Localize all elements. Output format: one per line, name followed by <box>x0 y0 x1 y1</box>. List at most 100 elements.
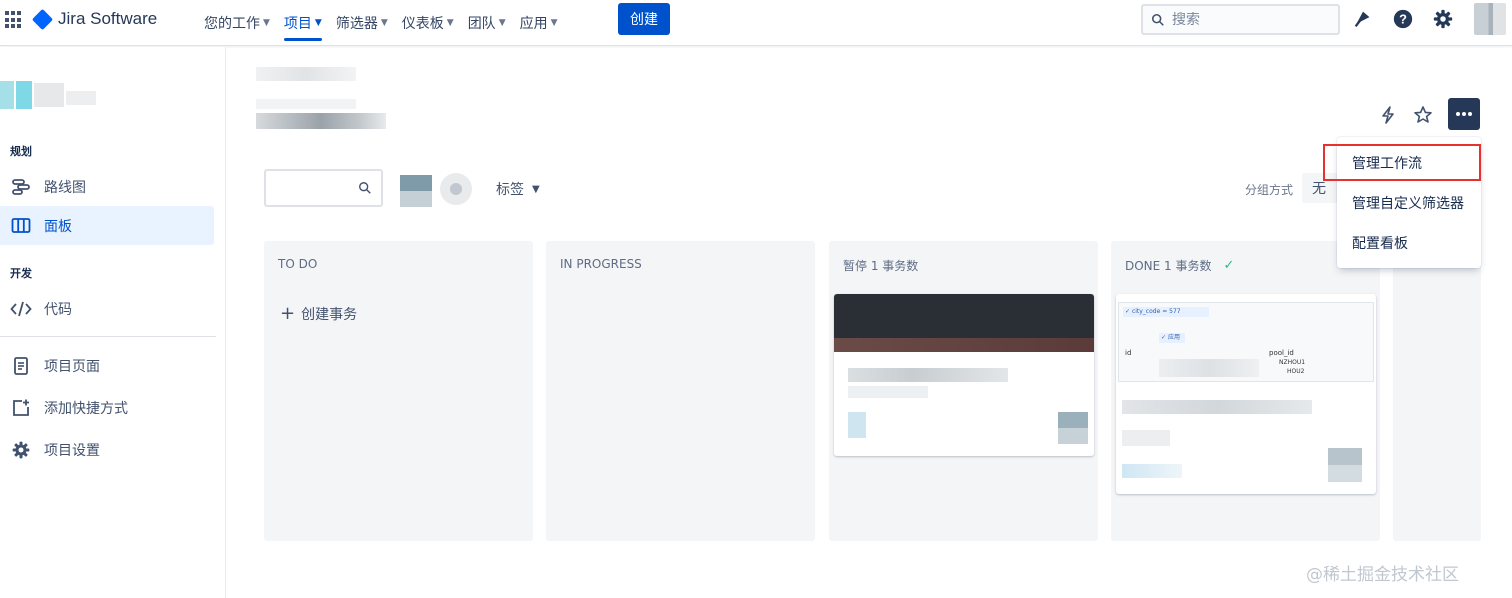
sidebar-item-roadmap[interactable]: 路线图 <box>0 167 214 206</box>
sidebar-item-project-settings[interactable]: 项目设置 <box>0 430 214 469</box>
sidebar-item-label: 项目页面 <box>44 358 100 375</box>
column-title: 暂停 1 事务数 <box>843 259 919 273</box>
nav-dashboards[interactable]: 仪表板 ▼ <box>396 0 460 46</box>
menu-item-configure-board[interactable]: 配置看板 <box>1337 225 1481 261</box>
card-image-band <box>834 338 1094 352</box>
nav-projects[interactable]: 项目 ▼ <box>278 0 328 46</box>
board-search-input[interactable] <box>264 169 383 207</box>
issue-type-icon-blurred <box>1122 464 1182 478</box>
create-button[interactable]: 创建 <box>618 3 670 35</box>
issue-card[interactable]: ✓ city_code = 577 ✓ 应用 id pool_id NZHOU1… <box>1116 294 1376 494</box>
screenshot-text: 应用 <box>1167 334 1180 341</box>
nav-teams[interactable]: 团队 ▼ <box>462 0 512 46</box>
card-subtitle-blurred <box>848 386 928 398</box>
board-icon <box>10 215 32 237</box>
jira-logo[interactable]: Jira Software <box>31 8 158 30</box>
plus-icon: + <box>280 303 296 324</box>
page-icon <box>10 355 32 377</box>
sidebar-item-label: 面板 <box>44 218 72 235</box>
column-header: TO DO <box>278 257 317 271</box>
board-main: 标签 ▼ 分组方式 无 TO DO + 创建事务 IN PROGRESS 暂停 … <box>226 47 1512 598</box>
settings-icon[interactable] <box>1432 8 1454 30</box>
automation-icon[interactable] <box>1374 101 1402 129</box>
column-title: IN PROGRESS <box>560 257 642 271</box>
screenshot-text: id <box>1125 349 1132 357</box>
column-paused: 暂停 1 事务数 <box>829 241 1098 541</box>
sidebar-item-label: 添加快捷方式 <box>44 400 128 417</box>
menu-item-manage-custom-filters[interactable]: 管理自定义筛选器 <box>1337 185 1481 221</box>
sidebar-divider <box>0 336 216 337</box>
card-assignee-avatar <box>1328 448 1362 482</box>
column-todo: TO DO + 创建事务 <box>264 241 533 541</box>
nav-label: 项目 <box>283 16 312 32</box>
sidebar-item-label: 路线图 <box>44 179 86 196</box>
column-partial <box>1393 241 1481 541</box>
card-screenshot: ✓ city_code = 577 ✓ 应用 id pool_id NZHOU1… <box>1118 302 1374 382</box>
global-search[interactable] <box>1141 4 1340 35</box>
help-icon[interactable]: ? <box>1392 8 1414 30</box>
project-avatar-blurred[interactable] <box>0 79 96 111</box>
app-switcher-icon[interactable] <box>5 11 23 29</box>
main-nav: 您的工作 ▼ 项目 ▼ 筛选器 ▼ 仪表板 ▼ 团队 ▼ 应用 ▼ <box>198 0 566 46</box>
sidebar-item-code[interactable]: 代码 <box>0 289 214 328</box>
screenshot-text: HOU2 <box>1287 368 1305 375</box>
search-icon <box>1151 13 1164 26</box>
nav-your-work[interactable]: 您的工作 ▼ <box>198 0 276 46</box>
screenshot-text: NZHOU1 <box>1279 359 1306 366</box>
sidebar-item-project-pages[interactable]: 项目页面 <box>0 346 214 385</box>
menu-item-manage-workflow[interactable]: 管理工作流 <box>1337 145 1481 181</box>
add-people-icon[interactable] <box>440 173 472 205</box>
sidebar-item-label: 代码 <box>44 301 72 318</box>
chevron-down-icon: ▼ <box>550 18 558 28</box>
chevron-down-icon: ▼ <box>446 18 454 28</box>
nav-label: 仪表板 <box>401 16 444 32</box>
add-shortcut-icon <box>10 397 32 419</box>
nav-filters[interactable]: 筛选器 ▼ <box>330 0 394 46</box>
column-header: IN PROGRESS <box>560 257 642 271</box>
label-filter-text: 标签 <box>496 182 524 198</box>
chevron-down-icon: ▼ <box>314 18 322 28</box>
label-filter-dropdown[interactable]: 标签 ▼ <box>496 179 540 199</box>
assignee-avatar-filter[interactable] <box>400 175 432 207</box>
more-actions-button[interactable] <box>1448 98 1480 130</box>
notification-icon[interactable] <box>1352 8 1374 30</box>
nav-label: 筛选器 <box>335 16 378 32</box>
card-title-blurred <box>1122 400 1312 414</box>
sidebar-item-board[interactable]: 面板 <box>0 206 214 245</box>
issue-card[interactable] <box>834 294 1094 456</box>
top-navigation-bar: Jira Software 您的工作 ▼ 项目 ▼ 筛选器 ▼ 仪表板 ▼ 团队 ▼ 应用… <box>0 0 1512 46</box>
card-assignee-avatar <box>1058 412 1088 444</box>
svg-text:?: ? <box>1399 12 1407 27</box>
page-title-blurred-top <box>256 99 356 109</box>
logo-text: Jira Software <box>58 9 158 28</box>
chevron-down-icon: ▼ <box>498 18 506 28</box>
column-title: DONE 1 事务数 <box>1125 259 1212 273</box>
roadmap-icon <box>10 176 32 198</box>
sidebar-item-add-shortcut[interactable]: 添加快捷方式 <box>0 388 214 427</box>
section-header-planning: 规划 <box>10 145 32 158</box>
group-by-label: 分组方式 <box>1245 183 1294 197</box>
watermark: @稀土掘金技术社区 <box>1306 565 1459 585</box>
group-by-select[interactable]: 无 <box>1302 173 1338 203</box>
column-in-progress: IN PROGRESS <box>546 241 815 541</box>
section-header-development: 开发 <box>10 267 32 280</box>
create-issue-button[interactable]: + 创建事务 <box>280 303 357 324</box>
column-title: TO DO <box>278 257 318 271</box>
chevron-down-icon: ▼ <box>263 18 270 28</box>
screenshot-text: 577 <box>1169 308 1181 315</box>
nav-apps[interactable]: 应用 ▼ <box>514 0 564 46</box>
column-done: DONE 1 事务数 ✓ ✓ city_code = 577 ✓ 应用 id p… <box>1111 241 1380 541</box>
jira-diamond-icon <box>31 8 54 30</box>
search-input[interactable] <box>1172 11 1322 28</box>
project-sidebar: 规划 路线图 面板 开发 代码 项目页面 添加快捷方式 项目设置 <box>0 47 226 598</box>
card-title-blurred <box>848 368 1008 382</box>
star-icon[interactable] <box>1409 101 1437 129</box>
more-icon <box>1456 112 1472 116</box>
chevron-down-icon: ▼ <box>532 183 540 195</box>
column-header: 暂停 1 事务数 <box>843 257 918 274</box>
breadcrumb-blurred[interactable] <box>256 67 356 81</box>
nav-label: 您的工作 <box>204 16 260 32</box>
user-avatar[interactable] <box>1474 3 1506 35</box>
create-issue-label: 创建事务 <box>301 306 358 323</box>
screenshot-apply: ✓ 应用 <box>1159 333 1185 343</box>
